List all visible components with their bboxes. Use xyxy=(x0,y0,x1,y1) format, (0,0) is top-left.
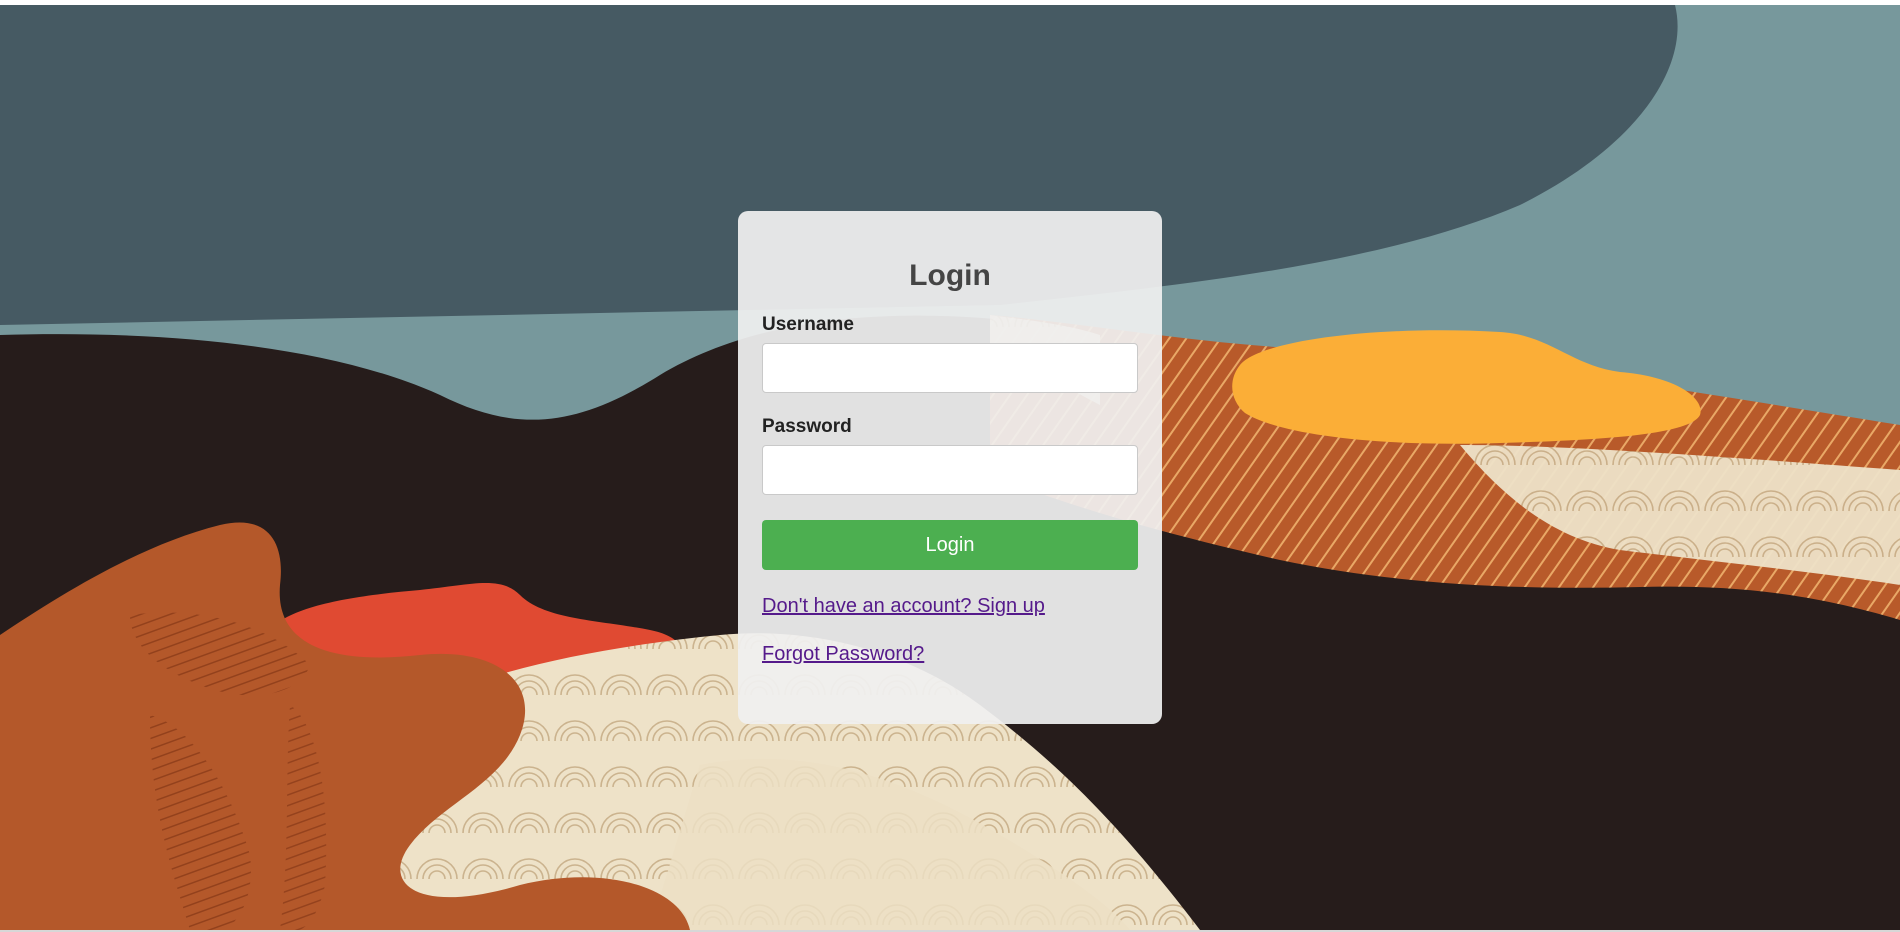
login-button[interactable]: Login xyxy=(762,520,1138,570)
password-label: Password xyxy=(762,416,852,437)
login-card: Login Username Password Login Don't have… xyxy=(738,211,1162,724)
password-input[interactable] xyxy=(762,445,1138,495)
username-label: Username xyxy=(762,314,854,335)
signup-link[interactable]: Don't have an account? Sign up xyxy=(762,594,1045,618)
username-input[interactable] xyxy=(762,343,1138,393)
forgot-password-link[interactable]: Forgot Password? xyxy=(762,642,924,666)
login-title: Login xyxy=(909,259,991,292)
